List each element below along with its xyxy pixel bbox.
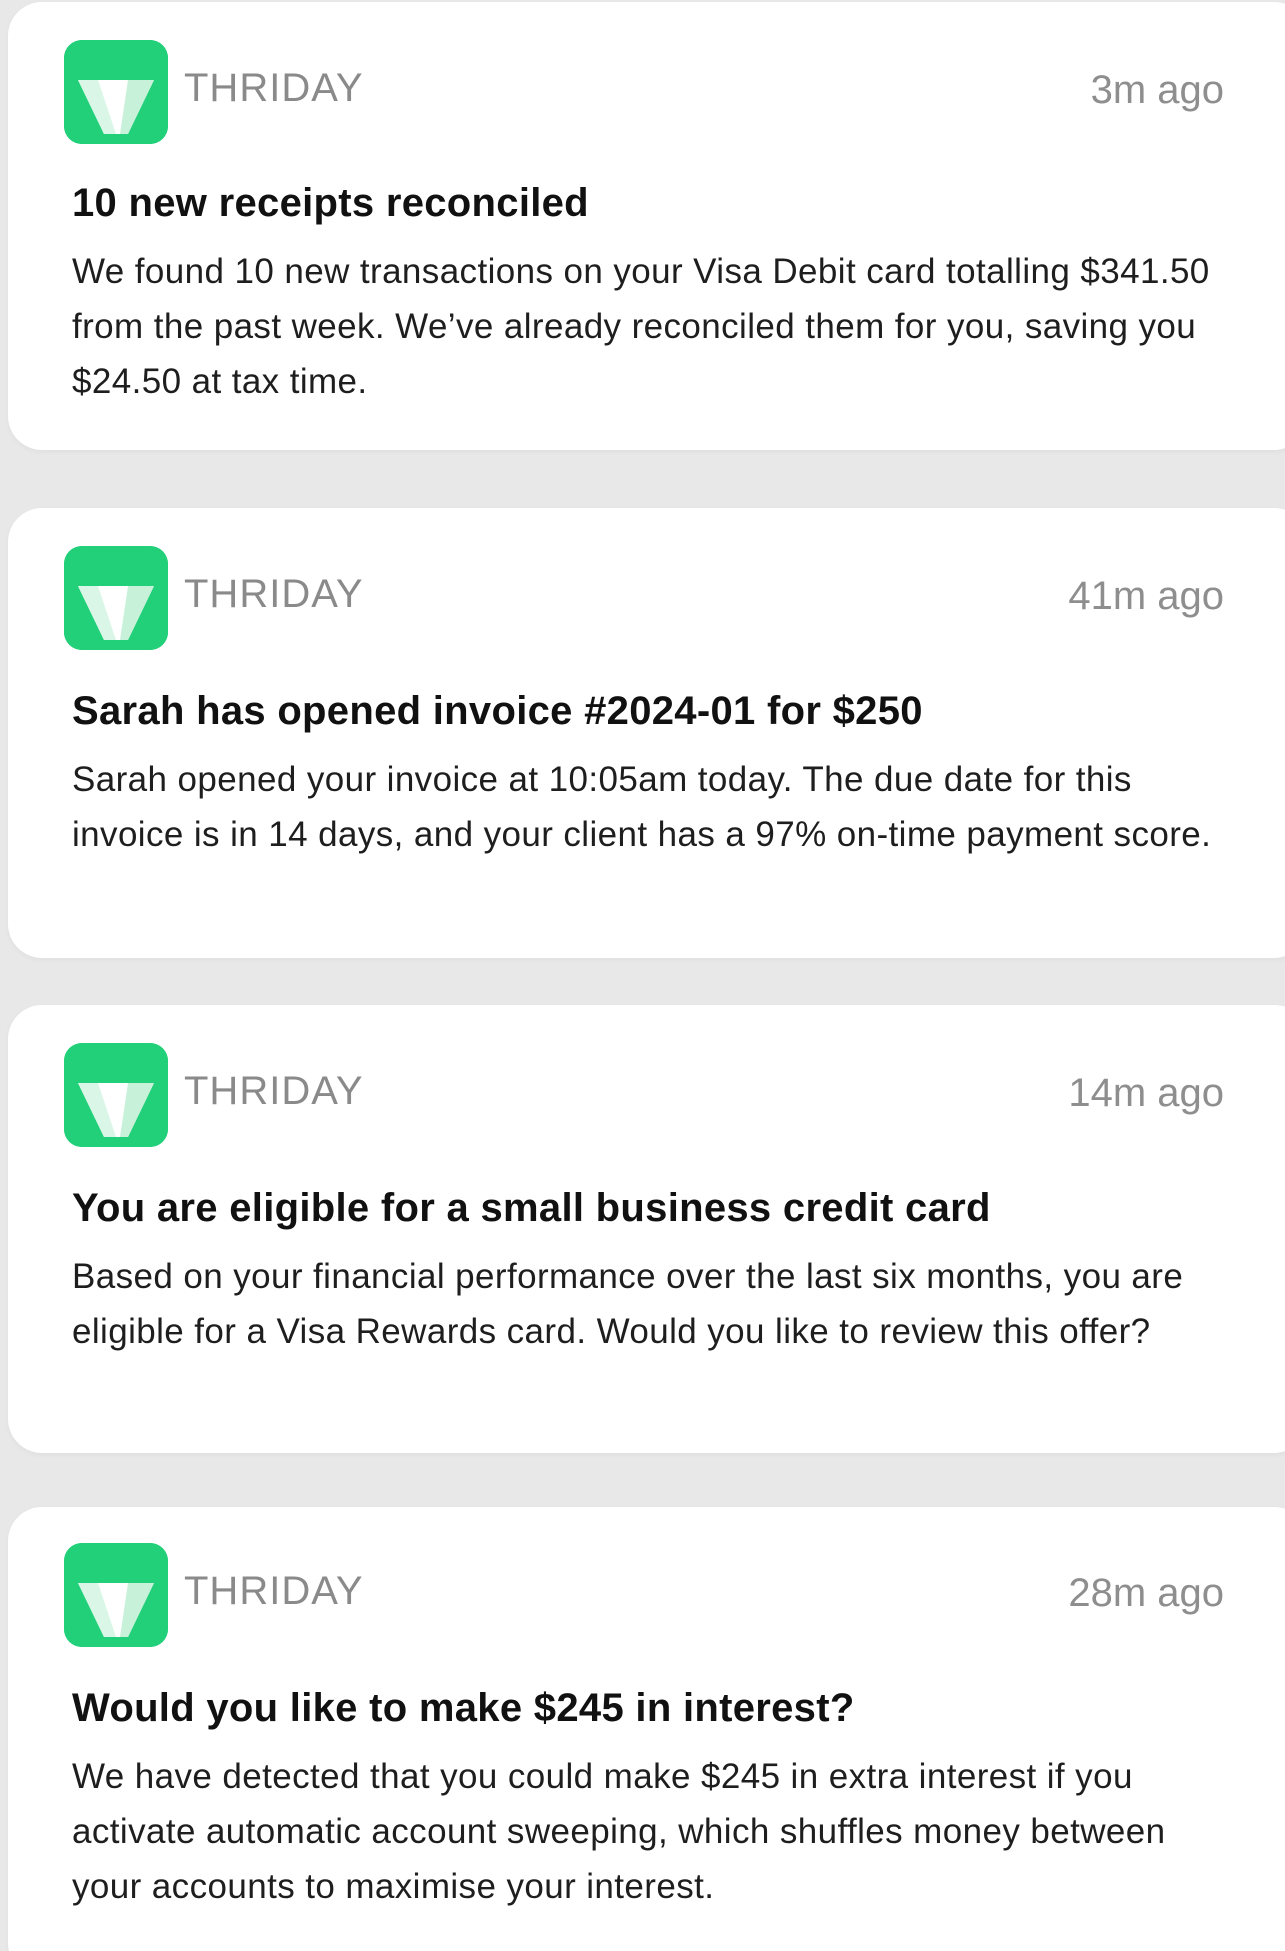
notification-feed: THRIDAY 3m ago 10 new receipts reconcile… (0, 0, 1285, 1951)
app-name: THRIDAY (184, 1569, 364, 1613)
notification-title: 10 new receipts reconciled (72, 181, 589, 225)
notification-card[interactable]: THRIDAY 41m ago Sarah has opened invoice… (8, 508, 1285, 958)
notification-title: You are eligible for a small business cr… (72, 1186, 991, 1230)
timestamp: 3m ago (1090, 68, 1224, 112)
notification-body: Sarah opened your invoice at 10:05am tod… (72, 760, 1212, 854)
app-name: THRIDAY (184, 1069, 364, 1113)
notification-card[interactable]: THRIDAY 3m ago 10 new receipts reconcile… (8, 2, 1285, 450)
notification-body: We have detected that you could make $24… (72, 1757, 1166, 1906)
timestamp: 14m ago (1068, 1071, 1224, 1115)
timestamp: 28m ago (1068, 1571, 1224, 1615)
notification-title: Sarah has opened invoice #2024-01 for $2… (72, 689, 923, 733)
timestamp: 41m ago (1068, 574, 1224, 618)
notification-title: Would you like to make $245 in interest? (72, 1686, 855, 1730)
notification-header: THRIDAY 3m ago (64, 40, 1224, 146)
notification-card[interactable]: THRIDAY 14m ago You are eligible for a s… (8, 1005, 1285, 1453)
app-name: THRIDAY (184, 572, 364, 616)
thriday-logo-icon (64, 546, 168, 650)
notification-body: Based on your financial performance over… (72, 1257, 1184, 1351)
thriday-logo-icon (64, 1043, 168, 1147)
notification-header: THRIDAY 28m ago (64, 1543, 1224, 1649)
notification-header: THRIDAY 14m ago (64, 1043, 1224, 1149)
notification-card[interactable]: THRIDAY 28m ago Would you like to make $… (8, 1507, 1285, 1951)
thriday-logo-icon (64, 40, 168, 144)
app-name: THRIDAY (184, 66, 364, 110)
notification-header: THRIDAY 41m ago (64, 546, 1224, 652)
notification-body: We found 10 new transactions on your Vis… (72, 252, 1210, 401)
thriday-logo-icon (64, 1543, 168, 1647)
